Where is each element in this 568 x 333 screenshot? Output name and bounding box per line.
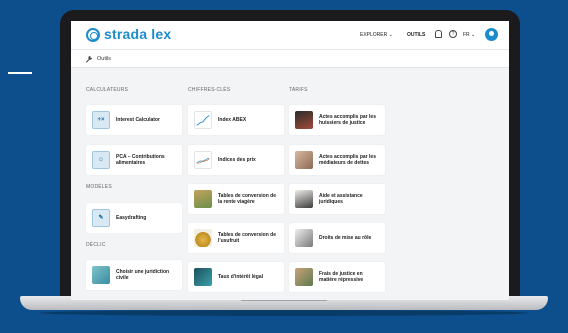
bailiff-photo bbox=[295, 111, 313, 129]
section-title-tarifs: TARIFS bbox=[289, 87, 308, 93]
section-title-chiffres-cles: CHIFFRES-CLÉS bbox=[188, 87, 231, 93]
nav-outils-link[interactable]: OUTILS bbox=[407, 32, 425, 38]
tool-card-easydrafting[interactable]: ✎ Easydrafting bbox=[86, 203, 182, 233]
line-chart-icon bbox=[194, 111, 212, 129]
tool-card-label: Taux d'intérêt légal bbox=[218, 274, 263, 280]
section-title-declic: DÉCLIC bbox=[86, 242, 106, 248]
court-photo bbox=[295, 268, 313, 286]
section-title-calculateurs: CALCULATEURS bbox=[86, 87, 129, 93]
tool-card-label: Actes accomplis par les huissiers de jus… bbox=[319, 114, 376, 126]
bell-icon[interactable] bbox=[435, 30, 442, 38]
tool-card-mise-au-role[interactable]: Droits de mise au rôle bbox=[289, 223, 385, 253]
tool-card-rente-viagere[interactable]: Tables de conversion de la rente viagère bbox=[188, 184, 284, 214]
lawyer-photo bbox=[295, 190, 313, 208]
coins-photo bbox=[194, 229, 212, 247]
laptop-shadow bbox=[40, 310, 528, 316]
tool-card-label: Frais de justice en matière répressive bbox=[319, 271, 364, 283]
tool-card-usufruit[interactable]: Tables de conversion de l'usufruit bbox=[188, 223, 284, 253]
tool-card-label: Tables de conversion de l'usufruit bbox=[218, 232, 276, 244]
strada-logo-icon[interactable] bbox=[86, 28, 100, 42]
tool-card-index-abex[interactable]: Index ABEX bbox=[188, 105, 284, 135]
tool-card-taux-interet[interactable]: Taux d'intérêt légal bbox=[188, 262, 284, 292]
tool-card-label: Index ABEX bbox=[218, 117, 247, 123]
calculator-icon: +× bbox=[92, 111, 110, 129]
wrench-icon bbox=[85, 55, 93, 63]
tool-card-label: Droits de mise au rôle bbox=[319, 235, 372, 241]
tool-card-aide-assistance[interactable]: Aide et assistance juridiques bbox=[289, 184, 385, 214]
help-icon[interactable]: ? bbox=[449, 30, 457, 38]
gavel-photo bbox=[295, 229, 313, 247]
breadcrumb: Outils bbox=[71, 50, 509, 68]
family-icon: ☺ bbox=[92, 151, 110, 169]
top-header: strada lex EXPLORER ⌄ OUTILS ? FR ⌄ bbox=[71, 21, 509, 50]
nav-explorer-menu[interactable]: EXPLORER ⌄ bbox=[360, 32, 393, 38]
document-icon: ✎ bbox=[92, 209, 110, 227]
tool-card-label: Easydrafting bbox=[116, 215, 147, 221]
brand-name[interactable]: strada lex bbox=[104, 26, 171, 42]
handshake-photo bbox=[295, 151, 313, 169]
tool-card-label: Interest Calculator bbox=[116, 117, 160, 123]
app-screen: strada lex EXPLORER ⌄ OUTILS ? FR ⌄ Outi… bbox=[71, 21, 509, 300]
breadcrumb-label[interactable]: Outils bbox=[97, 56, 111, 62]
tool-card-frais-justice[interactable]: Frais de justice en matière répressive bbox=[289, 262, 385, 292]
tool-card-indices-prix[interactable]: Indices des prix bbox=[188, 145, 284, 175]
decorative-line bbox=[8, 72, 32, 74]
language-selector[interactable]: FR ⌄ bbox=[463, 32, 475, 38]
tool-card-label: Choisir une juridiction civile bbox=[116, 269, 170, 281]
tool-card-label: PCA – Contributions alimentaires bbox=[116, 154, 165, 166]
tool-card-label: Indices des prix bbox=[218, 157, 256, 163]
user-avatar-icon[interactable] bbox=[485, 28, 498, 41]
section-title-modeles: MODÈLES bbox=[86, 184, 112, 190]
tool-card-pca[interactable]: ☺ PCA – Contributions alimentaires bbox=[86, 145, 182, 175]
tool-card-label: Aide et assistance juridiques bbox=[319, 193, 363, 205]
tool-card-huissiers[interactable]: Actes accomplis par les huissiers de jus… bbox=[289, 105, 385, 135]
multi-line-chart-icon bbox=[194, 151, 212, 169]
interest-photo bbox=[194, 268, 212, 286]
tool-card-interest-calculator[interactable]: +× Interest Calculator bbox=[86, 105, 182, 135]
tool-card-label: Tables de conversion de la rente viagère bbox=[218, 193, 276, 205]
tool-card-mediateurs[interactable]: Actes accomplis par les médiateurs de de… bbox=[289, 145, 385, 175]
tool-card-label: Actes accomplis par les médiateurs de de… bbox=[319, 154, 376, 166]
tool-card-juridiction[interactable]: Choisir une juridiction civile bbox=[86, 260, 182, 290]
person-photo bbox=[92, 266, 110, 284]
money-photo bbox=[194, 190, 212, 208]
